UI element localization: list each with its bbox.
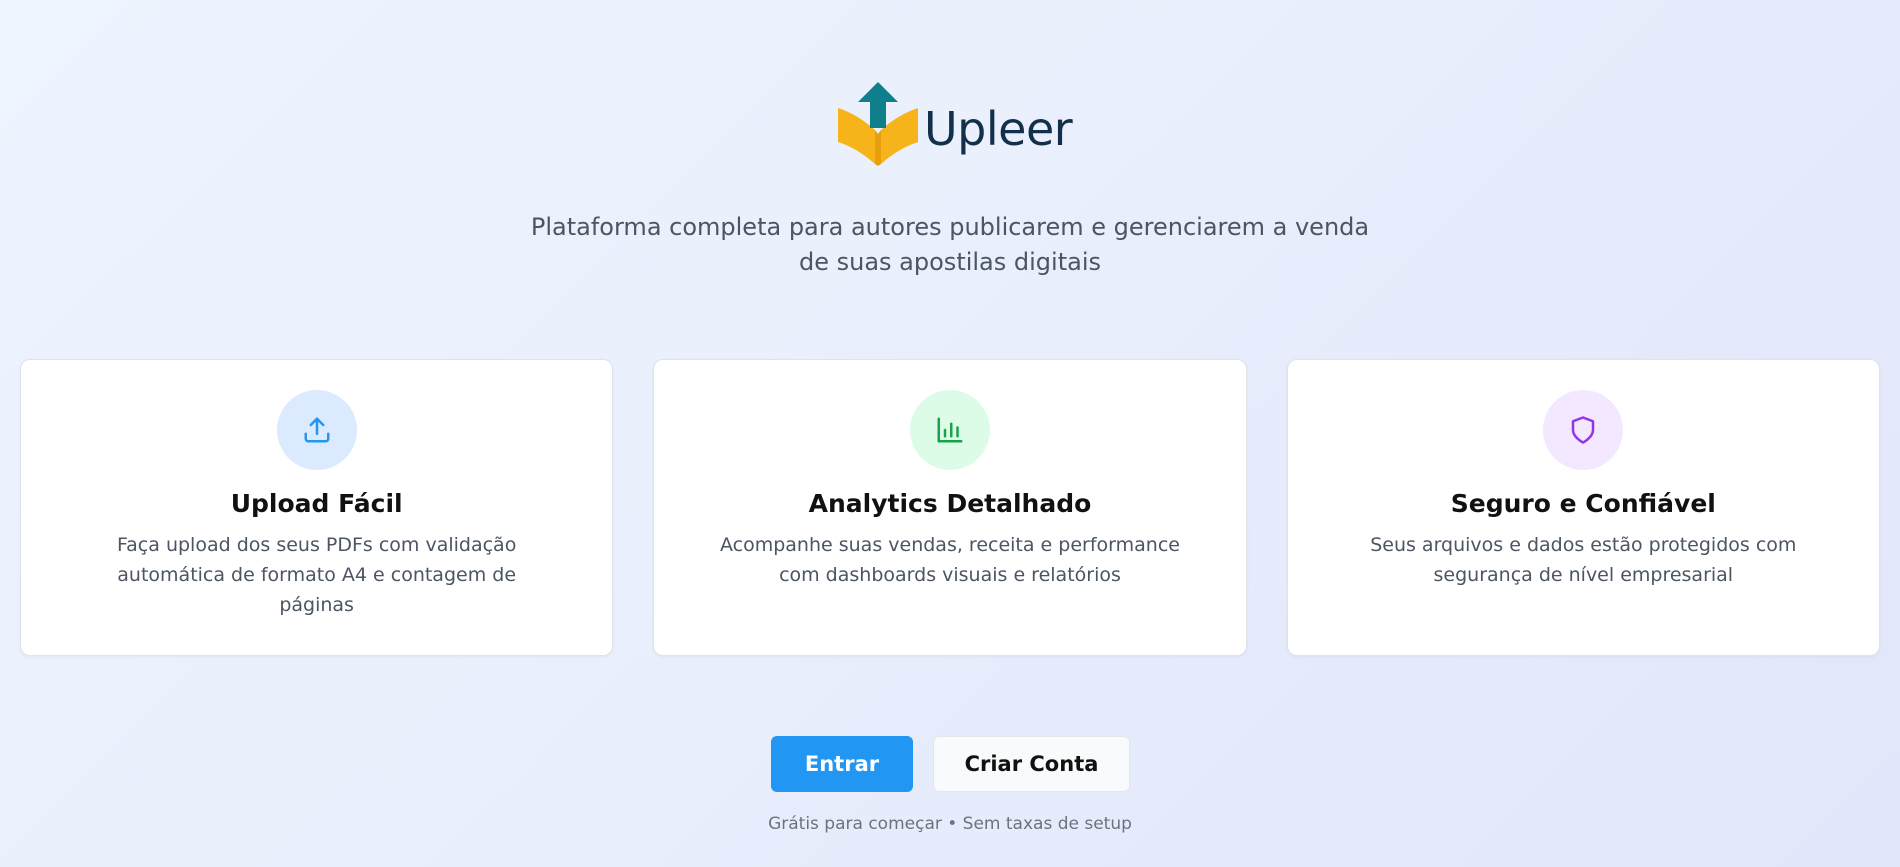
feature-title: Upload Fácil: [230, 489, 403, 518]
shield-icon: [1572, 416, 1595, 444]
feature-card-security: Seguro e Confiável Seus arquivos e dados…: [1286, 359, 1880, 656]
cta-actions: Entrar Criar Conta: [771, 736, 1130, 792]
feature-icon-badge: [1543, 390, 1624, 470]
feature-card-upload: Upload Fácil Faça upload dos seus PDFs c…: [20, 359, 614, 656]
feature-title: Seguro e Confiável: [1450, 489, 1716, 518]
upload-icon: [304, 417, 330, 443]
create-account-button[interactable]: Criar Conta: [933, 736, 1130, 792]
feature-icon-badge: [909, 390, 990, 470]
feature-icon-badge: [276, 390, 357, 470]
feature-title: Analytics Detalhado: [808, 489, 1092, 518]
hero-tagline: Plataforma completa para autores publica…: [530, 213, 1370, 276]
feature-cards: Upload Fácil Faça upload dos seus PDFs c…: [20, 359, 1880, 656]
book-upload-logo-icon: [838, 82, 918, 166]
feature-description: Seus arquivos e dados estão protegidos c…: [1370, 534, 1797, 586]
bar-chart-icon: [937, 417, 963, 443]
feature-description: Faça upload dos seus PDFs com validação …: [116, 534, 517, 616]
brand-name: Upleer: [924, 102, 1073, 156]
brand-logo: Upleer: [835, 80, 1075, 166]
pricing-footnote: Grátis para começar • Sem taxas de setup: [768, 814, 1132, 834]
feature-card-analytics: Analytics Detalhado Acompanhe suas venda…: [653, 359, 1247, 656]
login-button[interactable]: Entrar: [771, 736, 913, 792]
feature-description: Acompanhe suas vendas, receita e perform…: [719, 534, 1180, 586]
